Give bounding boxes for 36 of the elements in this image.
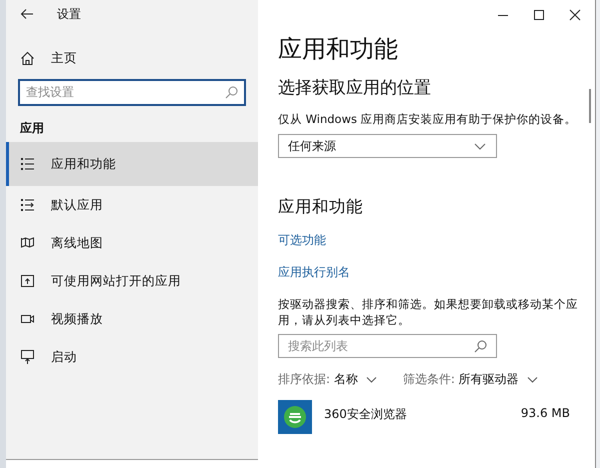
sidebar-item[interactable]: 应用和功能	[6, 142, 258, 186]
scrollbar[interactable]	[589, 89, 591, 123]
section-heading: 应用	[19, 120, 45, 136]
sidebar-item[interactable]: 离线地图	[6, 224, 258, 262]
chevron-down-icon	[526, 376, 538, 382]
link[interactable]: 应用执行别名	[278, 264, 350, 281]
app-list-item[interactable]: 360安全浏览器 93.6 MB	[278, 400, 570, 434]
back-arrow-icon[interactable]	[20, 8, 34, 20]
list-icon	[20, 197, 35, 213]
search-icon	[225, 86, 238, 99]
list-icon	[20, 156, 35, 172]
maximize-icon[interactable]	[533, 9, 545, 21]
search-field[interactable]: 查找设置	[18, 79, 246, 106]
source-dropdown[interactable]: 任何来源	[278, 134, 497, 158]
home-link[interactable]: 主页	[6, 40, 258, 76]
home-icon	[20, 50, 35, 66]
sort-dropdown[interactable]: 排序依据: 名称	[278, 371, 377, 388]
section-heading: 应用和功能	[278, 196, 364, 218]
window-title: 设置	[57, 6, 81, 22]
sidebar-item[interactable]: 启动	[6, 338, 258, 376]
section-heading: 选择获取应用的位置	[278, 77, 432, 99]
startup-icon	[20, 349, 35, 365]
chevron-down-icon	[366, 376, 377, 382]
sidebar-item[interactable]: 视频播放	[6, 300, 258, 338]
search-field[interactable]: 搜索此列表	[278, 334, 497, 358]
chevron-down-icon	[474, 142, 486, 150]
sidebar-item[interactable]: 默认应用	[6, 186, 258, 224]
instructions-text: 按驱动器搜索、排序和筛选。如果想要卸载或移动某个应用，请从列表中选择它。	[278, 296, 578, 328]
link[interactable]: 可选功能	[278, 232, 326, 249]
filter-dropdown[interactable]: 筛选条件: 所有驱动器	[402, 371, 538, 388]
description-text: 仅从 Windows 应用商店安装应用有助于保护你的设备。	[278, 112, 578, 127]
close-icon[interactable]	[569, 9, 581, 21]
sidebar-item[interactable]: 可使用网站打开的应用	[6, 262, 258, 300]
page-title: 应用和功能	[278, 34, 399, 65]
search-icon	[474, 340, 487, 352]
browser-logo-icon	[278, 400, 312, 434]
